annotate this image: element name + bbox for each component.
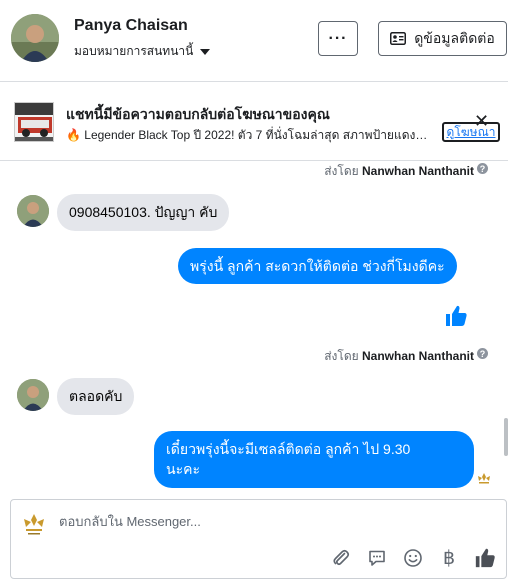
incoming-message[interactable]: ตลอดคับ	[57, 378, 135, 415]
scrollbar[interactable]	[504, 418, 508, 456]
paperclip-icon[interactable]	[329, 546, 353, 570]
message-text: เดี๋ยวพรุ่งนี้จะมีเซลล์ติดต่อ ลูกค้า ไป …	[166, 441, 411, 457]
incoming-message[interactable]: 0908450103. ปัญญา คับ	[57, 194, 230, 231]
customer-name[interactable]: Panya Chaisan	[74, 17, 188, 35]
avatar[interactable]	[17, 379, 49, 411]
sender-name: Nanwhan Nanthanit	[361, 164, 474, 178]
avatar[interactable]	[11, 14, 59, 62]
chat-bubble-icon[interactable]	[365, 546, 389, 570]
view-contact-button[interactable]: ดูข้อมูลติดต่อ	[378, 21, 507, 56]
ad-text-preview: 🔥 Legender Black Top ปี 2022! ตัว 7 ที่น…	[66, 128, 428, 142]
page-logo-icon	[20, 510, 48, 538]
sent-by-label: ส่งโดย Nanwhan Nanthanit	[324, 349, 474, 363]
emoji-icon[interactable]	[401, 546, 425, 570]
info-icon[interactable]: ?	[477, 163, 488, 174]
view-ad-link[interactable]: ดูโฆษณา	[442, 122, 500, 142]
ad-reply-banner: แชทนี้มีข้อความตอบกลับต่อโฆษณาของคุณ 🔥 L…	[0, 83, 508, 161]
assign-conversation-dropdown[interactable]: มอบหมายการสนทนานี้	[74, 42, 211, 61]
more-options-label: ···	[328, 29, 348, 47]
sent-by-label: ส่งโดย Nanwhan Nanthanit	[324, 164, 474, 178]
conversation-header: Panya Chaisan มอบหมายการสนทนานี้ ··· ดูข…	[0, 0, 508, 82]
thumbs-up-icon[interactable]	[473, 546, 497, 570]
outgoing-message[interactable]: พรุ่งนี้ ลูกค้า สะดวกให้ติดต่อ ช่วงกี่โม…	[178, 248, 457, 284]
chevron-down-icon	[200, 48, 211, 55]
contact-card-icon	[390, 32, 407, 45]
baht-icon[interactable]: ฿	[437, 546, 461, 570]
sender-name: Nanwhan Nanthanit	[361, 349, 474, 363]
view-contact-label: ดูข้อมูลติดต่อ	[414, 29, 495, 46]
thumbs-up-icon[interactable]	[444, 304, 468, 333]
reply-input[interactable]	[59, 514, 359, 529]
outgoing-message[interactable]: เดี๋ยวพรุ่งนี้จะมีเซลล์ติดต่อ ลูกค้า ไป …	[154, 431, 474, 488]
assign-label: มอบหมายการสนทนานี้	[74, 44, 194, 58]
message-text: นะคะ	[166, 461, 200, 477]
page-logo-icon	[476, 470, 492, 486]
ad-thumbnail[interactable]	[14, 102, 54, 142]
reply-composer: ฿	[10, 499, 507, 579]
message-text: 0908450103. ปัญญา คับ	[69, 203, 218, 220]
info-icon[interactable]: ?	[477, 348, 488, 359]
avatar[interactable]	[17, 195, 49, 227]
more-options-button[interactable]: ···	[318, 21, 358, 56]
message-text: ตลอดคับ	[69, 387, 123, 404]
ad-banner-title: แชทนี้มีข้อความตอบกลับต่อโฆษณาของคุณ	[66, 106, 330, 122]
message-text: พรุ่งนี้ ลูกค้า สะดวกให้ติดต่อ ช่วงกี่โม…	[190, 258, 445, 274]
